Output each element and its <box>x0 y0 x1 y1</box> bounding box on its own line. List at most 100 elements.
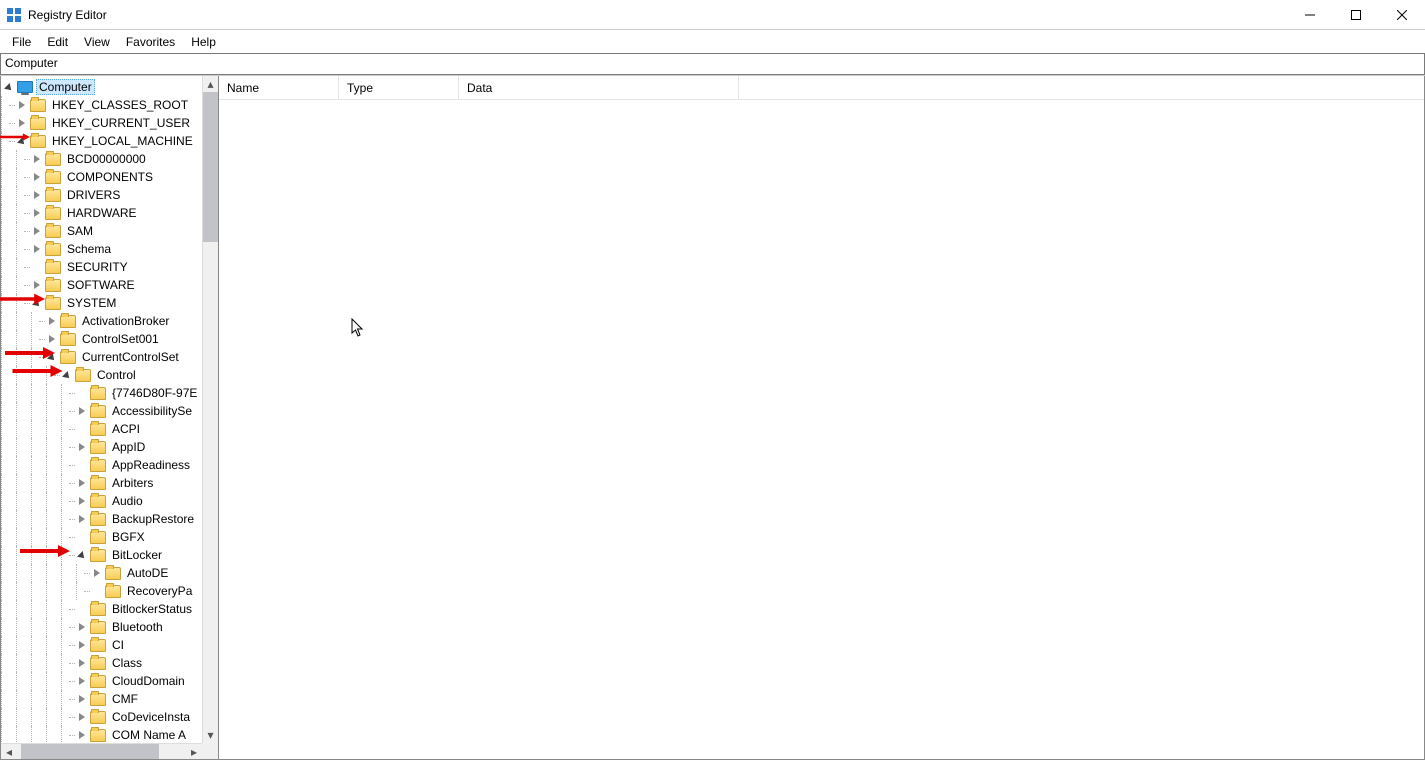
expand-icon[interactable] <box>76 711 88 723</box>
expand-icon[interactable] <box>61 369 73 381</box>
tree-node[interactable]: CMF <box>1 690 202 708</box>
expand-icon[interactable] <box>76 693 88 705</box>
scroll-up-icon[interactable]: ▴ <box>203 76 218 92</box>
column-header-data[interactable]: Data <box>459 76 739 100</box>
expand-icon[interactable] <box>46 351 58 363</box>
column-header-name[interactable]: Name <box>219 76 339 100</box>
tree-node-system[interactable]: SYSTEM <box>1 294 202 312</box>
tree-node[interactable]: CI <box>1 636 202 654</box>
tree-node[interactable]: BGFX <box>1 528 202 546</box>
expand-icon[interactable] <box>31 153 43 165</box>
expand-icon[interactable] <box>76 513 88 525</box>
folder-icon <box>45 297 61 310</box>
expand-icon[interactable] <box>46 315 58 327</box>
menu-favorites[interactable]: Favorites <box>118 33 183 51</box>
tree-node[interactable]: AppReadiness <box>1 456 202 474</box>
expand-icon[interactable] <box>76 405 88 417</box>
tree-node[interactable]: ACPI <box>1 420 202 438</box>
scroll-thumb[interactable] <box>21 744 159 759</box>
close-button[interactable] <box>1379 0 1425 30</box>
tree-node[interactable]: RecoveryPa <box>1 582 202 600</box>
tree-label: {7746D80F-97E <box>109 385 200 401</box>
tree-node-hkcr[interactable]: HKEY_CLASSES_ROOT <box>1 96 202 114</box>
tree-label: RecoveryPa <box>124 583 195 599</box>
expand-icon[interactable] <box>46 333 58 345</box>
expand-icon[interactable] <box>76 495 88 507</box>
folder-icon <box>90 729 106 742</box>
expand-icon[interactable] <box>76 441 88 453</box>
expand-icon[interactable] <box>31 225 43 237</box>
tree-node[interactable]: Class <box>1 654 202 672</box>
minimize-button[interactable] <box>1287 0 1333 30</box>
tree-node[interactable]: DRIVERS <box>1 186 202 204</box>
menu-view[interactable]: View <box>76 33 118 51</box>
tree-label: Arbiters <box>109 475 156 491</box>
column-header-type[interactable]: Type <box>339 76 459 100</box>
expand-icon[interactable] <box>31 243 43 255</box>
tree-node[interactable]: SAM <box>1 222 202 240</box>
tree-node[interactable]: COMPONENTS <box>1 168 202 186</box>
expand-icon[interactable] <box>31 297 43 309</box>
tree-node[interactable]: AppID <box>1 438 202 456</box>
tree-node[interactable]: SECURITY <box>1 258 202 276</box>
tree-node-hklm[interactable]: HKEY_LOCAL_MACHINE <box>1 132 202 150</box>
tree-node[interactable]: BCD00000000 <box>1 150 202 168</box>
expand-icon[interactable] <box>16 117 28 129</box>
scroll-thumb[interactable] <box>203 92 218 242</box>
tree-node[interactable]: {7746D80F-97E <box>1 384 202 402</box>
tree-node-control[interactable]: Control <box>1 366 202 384</box>
tree-node[interactable]: BitlockerStatus <box>1 600 202 618</box>
tree-label: HKEY_LOCAL_MACHINE <box>49 133 196 149</box>
tree-node[interactable]: AccessibilitySe <box>1 402 202 420</box>
folder-icon <box>30 117 46 130</box>
menu-file[interactable]: File <box>4 33 39 51</box>
registry-tree[interactable]: Computer HKEY_CLASSES_ROOT HKEY_CURRENT_… <box>1 76 202 743</box>
tree-node[interactable]: Schema <box>1 240 202 258</box>
expand-icon[interactable] <box>76 621 88 633</box>
menu-edit[interactable]: Edit <box>39 33 76 51</box>
tree-node[interactable]: CoDeviceInsta <box>1 708 202 726</box>
folder-icon <box>90 639 106 652</box>
tree-node-hkcu[interactable]: HKEY_CURRENT_USER <box>1 114 202 132</box>
tree-node[interactable]: Audio <box>1 492 202 510</box>
expand-icon[interactable] <box>76 639 88 651</box>
expand-icon[interactable] <box>31 189 43 201</box>
expand-icon[interactable] <box>16 99 28 111</box>
tree-node[interactable]: AutoDE <box>1 564 202 582</box>
expand-icon[interactable] <box>76 477 88 489</box>
tree-node[interactable]: CloudDomain <box>1 672 202 690</box>
expand-icon[interactable] <box>76 729 88 741</box>
expand-icon[interactable] <box>31 279 43 291</box>
scroll-right-icon[interactable]: ▸ <box>186 744 202 759</box>
tree-node-currentcontrolset[interactable]: CurrentControlSet <box>1 348 202 366</box>
expand-icon[interactable] <box>31 207 43 219</box>
tree-node[interactable]: ControlSet001 <box>1 330 202 348</box>
expand-icon[interactable] <box>91 567 103 579</box>
tree-node[interactable]: ActivationBroker <box>1 312 202 330</box>
maximize-button[interactable] <box>1333 0 1379 30</box>
expand-icon[interactable] <box>16 135 28 147</box>
folder-icon <box>75 369 91 382</box>
tree-node[interactable]: SOFTWARE <box>1 276 202 294</box>
tree-node[interactable]: COM Name A <box>1 726 202 743</box>
tree-node-computer[interactable]: Computer <box>1 78 202 96</box>
folder-icon <box>45 279 61 292</box>
horizontal-scrollbar[interactable]: ◂ ▸ <box>1 743 202 759</box>
tree-label: BackupRestore <box>109 511 197 527</box>
tree-node[interactable]: BackupRestore <box>1 510 202 528</box>
menu-help[interactable]: Help <box>183 33 224 51</box>
vertical-scrollbar[interactable]: ▴ ▾ <box>202 76 218 743</box>
scroll-down-icon[interactable]: ▾ <box>203 727 218 743</box>
expand-icon[interactable] <box>76 675 88 687</box>
tree-node[interactable]: Bluetooth <box>1 618 202 636</box>
address-bar[interactable]: Computer <box>0 53 1425 75</box>
tree-node-bitlocker[interactable]: BitLocker <box>1 546 202 564</box>
expand-icon[interactable] <box>3 81 15 93</box>
values-list-pane: Name Type Data <box>219 76 1425 760</box>
expand-icon[interactable] <box>31 171 43 183</box>
expand-icon[interactable] <box>76 549 88 561</box>
expand-icon[interactable] <box>76 657 88 669</box>
tree-node[interactable]: Arbiters <box>1 474 202 492</box>
tree-node[interactable]: HARDWARE <box>1 204 202 222</box>
scroll-left-icon[interactable]: ◂ <box>1 744 17 759</box>
